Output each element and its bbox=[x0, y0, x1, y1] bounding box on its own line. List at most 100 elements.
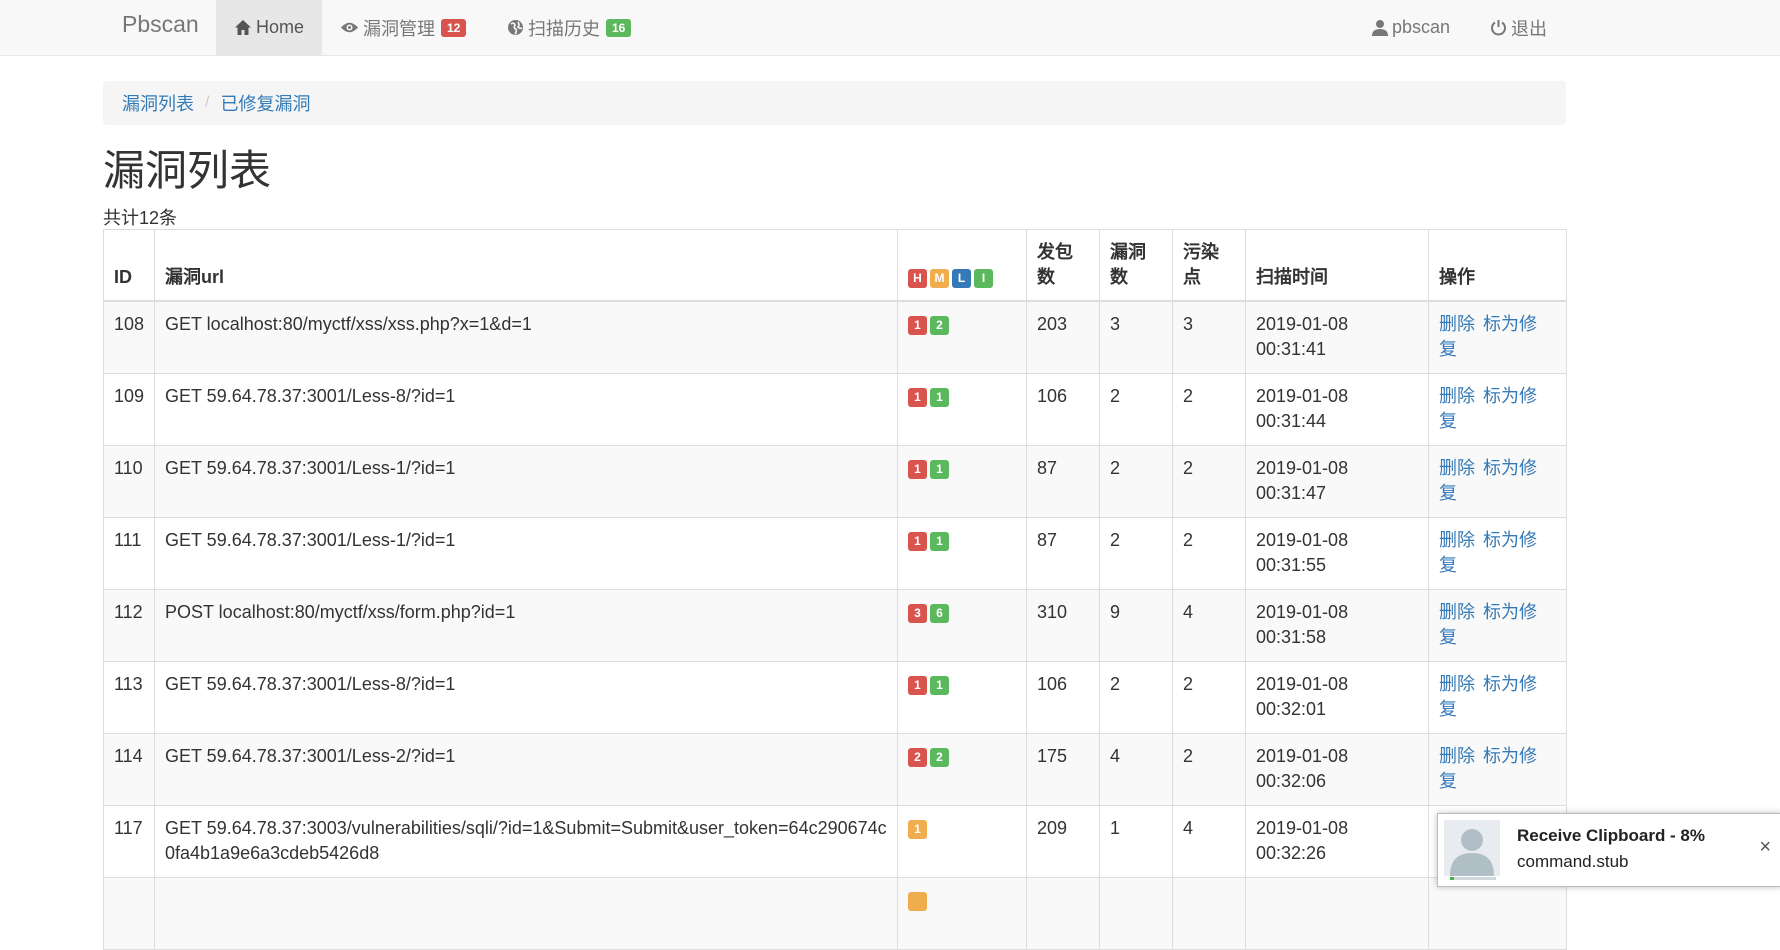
cell-vulns: 2 bbox=[1099, 661, 1173, 734]
cell-severity-badges: 11 bbox=[897, 445, 1027, 518]
nav-item-vuln-management[interactable]: 漏洞管理 12 bbox=[340, 0, 467, 55]
severity-header-info: I bbox=[974, 268, 993, 288]
cell-vulns: 2 bbox=[1099, 517, 1173, 590]
close-icon[interactable]: × bbox=[1759, 836, 1771, 859]
cell-scan-time: 2019-01-08 00:31:44 bbox=[1245, 373, 1429, 446]
cell-ops bbox=[1428, 877, 1567, 950]
cell-taint: 2 bbox=[1172, 517, 1246, 590]
scan-date: 2019-01-08 bbox=[1256, 602, 1349, 622]
cell-taint: 2 bbox=[1172, 373, 1246, 446]
home-icon bbox=[234, 20, 251, 35]
cell-scan-time: 2019-01-08 00:31:58 bbox=[1245, 589, 1429, 662]
cell-vulns: 2 bbox=[1099, 373, 1173, 446]
nav-item-label: 扫描历史 bbox=[528, 18, 600, 39]
cell-url: GET 59.64.78.37:3001/Less-1/?id=1 bbox=[154, 445, 898, 518]
nav-item-scan-history[interactable]: 扫描历史 16 bbox=[507, 0, 632, 55]
delete-link[interactable]: 删除 bbox=[1439, 602, 1475, 622]
table-row: 111 GET 59.64.78.37:3001/Less-1/?id=1 1 1 87… bbox=[103, 517, 1567, 590]
user-avatar-icon bbox=[1444, 820, 1500, 876]
transfer-progress-fill bbox=[1450, 877, 1454, 880]
cell-taint: 2 bbox=[1172, 733, 1246, 806]
table-row: 112 POST localhost:80/myctf/xss/form.php?… bbox=[103, 589, 1567, 662]
scan-clock-time: 00:31:58 bbox=[1256, 627, 1327, 647]
cell-severity-badges: 11 bbox=[897, 661, 1027, 734]
breadcrumb-fixed-vulns[interactable]: 已修复漏洞 bbox=[220, 90, 310, 116]
cell-scan-time: 2019-01-08 00:31:55 bbox=[1245, 517, 1429, 590]
scan-date: 2019-01-08 bbox=[1256, 386, 1349, 406]
col-header-ops: 操作 bbox=[1428, 229, 1567, 302]
cell-vulns: 2 bbox=[1099, 445, 1173, 518]
cell-scan-time: 2019-01-08 00:31:47 bbox=[1245, 445, 1429, 518]
cell-url: POST localhost:80/myctf/xss/form.php?id=… bbox=[154, 589, 898, 662]
severity-badge-high: 2 bbox=[908, 747, 927, 767]
delete-link[interactable]: 删除 bbox=[1439, 314, 1475, 334]
severity-badge-medium bbox=[908, 891, 927, 911]
col-header-severity: HMLI bbox=[897, 229, 1027, 302]
cell-vulns: 4 bbox=[1099, 733, 1173, 806]
delete-link[interactable]: 删除 bbox=[1439, 386, 1475, 406]
severity-badge-info: 1 bbox=[930, 387, 949, 407]
cell-taint: 3 bbox=[1172, 300, 1246, 374]
cell-ops: 删除标为修复 bbox=[1428, 733, 1567, 806]
severity-badge-info: 2 bbox=[930, 315, 949, 335]
total-count: 共计12条 bbox=[103, 208, 178, 228]
scan-clock-time: 00:31:41 bbox=[1256, 339, 1327, 359]
severity-badge-high: 1 bbox=[908, 315, 927, 335]
scan-count-badge: 16 bbox=[606, 18, 632, 37]
cell-packets: 106 bbox=[1026, 373, 1100, 446]
nav-item-logout[interactable]: 退出 bbox=[1490, 0, 1547, 55]
cell-packets: 310 bbox=[1026, 589, 1100, 662]
cell-id: 113 bbox=[103, 661, 155, 734]
scan-date: 2019-01-08 bbox=[1256, 530, 1349, 550]
clipboard-toast[interactable]: Receive Clipboard - 8% command.stub × bbox=[1437, 813, 1780, 887]
cell-ops: 删除标为修复 bbox=[1428, 300, 1567, 374]
cell-id: 111 bbox=[103, 517, 155, 590]
delete-link[interactable]: 删除 bbox=[1439, 530, 1475, 550]
cell-severity-badges: 11 bbox=[897, 373, 1027, 446]
scan-date: 2019-01-08 bbox=[1256, 818, 1349, 838]
cell-id bbox=[103, 877, 155, 950]
scan-date: 2019-01-08 bbox=[1256, 674, 1349, 694]
cell-scan-time: 2019-01-08 00:32:06 bbox=[1245, 733, 1429, 806]
severity-badge-high: 1 bbox=[908, 387, 927, 407]
delete-link[interactable]: 删除 bbox=[1439, 674, 1475, 694]
brand-logo[interactable]: Pbscan bbox=[122, 11, 199, 38]
nav-item-label: Home bbox=[255, 17, 304, 37]
nav-item-home[interactable]: Home bbox=[216, 0, 322, 55]
globe-icon bbox=[508, 20, 523, 35]
cell-packets: 203 bbox=[1026, 300, 1100, 374]
nav-item-user[interactable]: pbscan bbox=[1372, 0, 1450, 55]
scan-date: 2019-01-08 bbox=[1256, 314, 1349, 334]
table-body: 108 GET localhost:80/myctf/xss/xss.php?x=… bbox=[103, 300, 1567, 950]
page-title: 漏洞列表 bbox=[103, 147, 272, 194]
logout-label: 退出 bbox=[1511, 18, 1547, 39]
cell-ops: 删除标为修复 bbox=[1428, 517, 1567, 590]
cell-vulns: 9 bbox=[1099, 589, 1173, 662]
severity-header-low: L bbox=[952, 268, 971, 288]
cell-url: GET 59.64.78.37:3001/Less-8/?id=1 bbox=[154, 373, 898, 446]
cell-ops: 删除标为修复 bbox=[1428, 373, 1567, 446]
cell-id: 117 bbox=[103, 805, 155, 878]
severity-badge-info: 1 bbox=[930, 675, 949, 695]
cell-url bbox=[154, 877, 898, 950]
vuln-table: ID 漏洞url HMLI 发包数 漏洞数 污染点 扫描时间 操作 108 GET… bbox=[103, 229, 1567, 950]
delete-link[interactable]: 删除 bbox=[1439, 746, 1475, 766]
col-header-taint: 污染点 bbox=[1172, 229, 1246, 302]
breadcrumb-vuln-list[interactable]: 漏洞列表 bbox=[122, 90, 194, 116]
col-header-id: ID bbox=[103, 229, 155, 302]
cell-packets: 87 bbox=[1026, 445, 1100, 518]
severity-badge-medium: 1 bbox=[908, 819, 927, 839]
table-row: 114 GET 59.64.78.37:3001/Less-2/?id=1 2 2 17… bbox=[103, 733, 1567, 806]
transfer-progress-bar bbox=[1450, 877, 1496, 880]
eye-icon bbox=[341, 22, 358, 33]
scan-clock-time: 00:32:01 bbox=[1256, 699, 1327, 719]
delete-link[interactable]: 删除 bbox=[1439, 458, 1475, 478]
table-row: 110 GET 59.64.78.37:3001/Less-1/?id=1 1 1 87… bbox=[103, 445, 1567, 518]
scan-clock-time: 00:31:44 bbox=[1256, 411, 1327, 431]
scan-clock-time: 00:32:26 bbox=[1256, 843, 1327, 863]
severity-badge-info: 1 bbox=[930, 459, 949, 479]
cell-scan-time: 2019-01-08 00:32:26 bbox=[1245, 805, 1429, 878]
cell-id: 110 bbox=[103, 445, 155, 518]
scan-clock-time: 00:32:06 bbox=[1256, 771, 1327, 791]
cell-vulns: 3 bbox=[1099, 300, 1173, 374]
